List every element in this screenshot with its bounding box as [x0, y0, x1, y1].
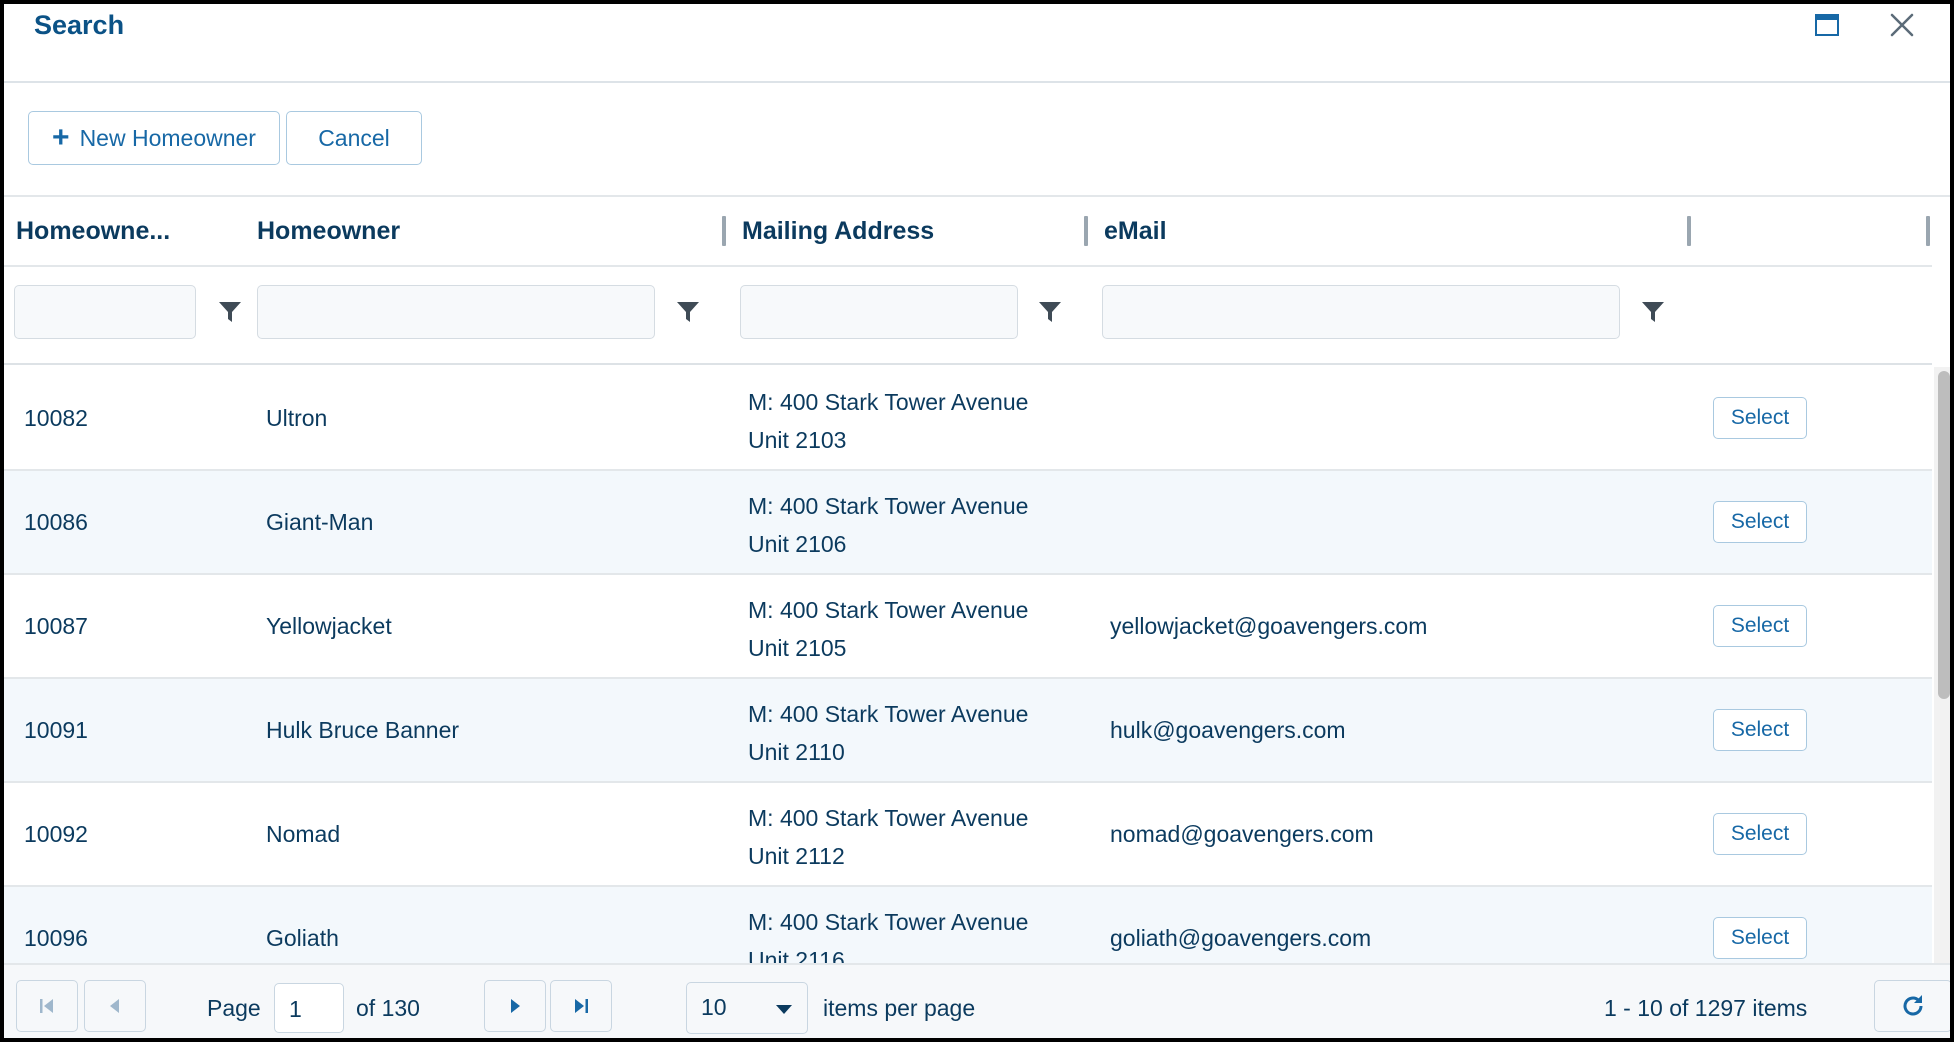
column-resize-handle[interactable] — [722, 216, 726, 246]
email-cell: nomad@goavengers.com — [1110, 821, 1374, 847]
next-page-button[interactable] — [484, 980, 546, 1032]
address-line-2: Unit 2112 — [748, 843, 845, 869]
column-header-email[interactable]: eMail — [1104, 217, 1167, 246]
maximize-icon[interactable] — [1814, 12, 1840, 38]
address-line-1: M: 400 Stark Tower Avenue — [748, 597, 1029, 623]
filter-icon[interactable] — [1037, 299, 1063, 325]
column-resize-handle[interactable] — [1687, 216, 1691, 246]
grid-header: Homeowne... Homeowner Mailing Address eM… — [4, 199, 1932, 267]
address-line-2: Unit 2116 — [748, 947, 845, 963]
search-dialog: Search + New Homeowner Cancel Homeowne..… — [0, 0, 1954, 1042]
homeowner-filter-input[interactable] — [257, 285, 655, 339]
table-row: 10086 Giant-Man M: 400 Stark Tower Avenu… — [4, 471, 1932, 575]
select-button[interactable]: Select — [1713, 605, 1807, 647]
homeowner-name-cell: Nomad — [266, 821, 341, 847]
address-line-1: M: 400 Stark Tower Avenue — [748, 389, 1029, 415]
column-resize-handle[interactable] — [1084, 216, 1088, 246]
grid-body: 10082 Ultron M: 400 Stark Tower Avenue U… — [4, 367, 1932, 963]
toolbar: + New Homeowner Cancel — [4, 85, 1950, 197]
previous-page-icon — [110, 999, 119, 1013]
address-line-2: Unit 2110 — [748, 739, 845, 765]
address-line-1: M: 400 Stark Tower Avenue — [748, 701, 1029, 727]
first-page-button[interactable] — [16, 980, 78, 1032]
first-page-icon — [40, 999, 53, 1013]
last-page-icon — [575, 999, 588, 1013]
scrollbar-thumb[interactable] — [1938, 371, 1950, 699]
email-cell: goliath@goavengers.com — [1110, 925, 1372, 951]
homeowner-name-cell: Hulk Bruce Banner — [266, 717, 460, 743]
table-row: 10082 Ultron M: 400 Stark Tower Avenue U… — [4, 367, 1932, 471]
table-row: 10096 Goliath M: 400 Stark Tower Avenue … — [4, 887, 1932, 963]
refresh-button[interactable] — [1874, 980, 1950, 1032]
homeowner-id-cell: 10092 — [24, 821, 88, 847]
homeowner-name-cell: Ultron — [266, 405, 328, 431]
table-row: 10087 Yellowjacket M: 400 Stark Tower Av… — [4, 575, 1932, 679]
address-line-2: Unit 2103 — [748, 427, 847, 453]
pager: Page 1 of 130 10 items per page 1 - 10 o… — [4, 963, 1950, 1038]
address-line-1: M: 400 Stark Tower Avenue — [748, 909, 1029, 935]
column-header-mailing-address[interactable]: Mailing Address — [742, 217, 934, 246]
email-cell: hulk@goavengers.com — [1110, 717, 1346, 743]
id-filter-input[interactable] — [14, 285, 196, 339]
select-button[interactable]: Select — [1713, 501, 1807, 543]
mailing-address-cell: M: 400 Stark Tower Avenue Unit 2112 — [748, 799, 1028, 875]
column-header-homeowner-id[interactable]: Homeowne... — [16, 217, 170, 246]
select-button[interactable]: Select — [1713, 917, 1807, 959]
address-line-1: M: 400 Stark Tower Avenue — [748, 493, 1029, 519]
mailing-address-cell: M: 400 Stark Tower Avenue Unit 2110 — [748, 695, 1028, 771]
page-count-label: of 130 — [356, 995, 420, 1021]
homeowner-name-cell: Goliath — [266, 925, 339, 951]
previous-page-button[interactable] — [84, 980, 146, 1032]
new-homeowner-button[interactable]: + New Homeowner — [28, 111, 280, 165]
vertical-scrollbar[interactable] — [1934, 367, 1950, 963]
filter-icon[interactable] — [217, 299, 243, 325]
plus-icon: + — [52, 121, 70, 154]
homeowner-id-cell: 10086 — [24, 509, 88, 535]
page-number-input[interactable]: 1 — [274, 983, 344, 1033]
homeowner-id-cell: 10096 — [24, 925, 88, 951]
email-cell: yellowjacket@goavengers.com — [1110, 613, 1428, 639]
filter-icon[interactable] — [675, 299, 701, 325]
next-page-icon — [511, 999, 520, 1013]
table-row: 10091 Hulk Bruce Banner M: 400 Stark Tow… — [4, 679, 1932, 783]
column-header-homeowner[interactable]: Homeowner — [257, 217, 400, 246]
address-line-1: M: 400 Stark Tower Avenue — [748, 805, 1029, 831]
last-page-button[interactable] — [550, 980, 612, 1032]
email-filter-input[interactable] — [1102, 285, 1620, 339]
address-line-2: Unit 2105 — [748, 635, 847, 661]
mailing-address-cell: M: 400 Stark Tower Avenue Unit 2105 — [748, 591, 1028, 667]
page-size-select[interactable]: 10 — [686, 982, 808, 1034]
select-button[interactable]: Select — [1713, 709, 1807, 751]
dialog-titlebar: Search — [4, 4, 1950, 83]
mailing-address-cell: M: 400 Stark Tower Avenue Unit 2106 — [748, 487, 1028, 563]
page-size-value: 10 — [701, 994, 727, 1020]
homeowner-id-cell: 10091 — [24, 717, 88, 743]
homeowner-id-cell: 10082 — [24, 405, 88, 431]
homeowner-name-cell: Yellowjacket — [266, 613, 392, 639]
filter-row — [4, 267, 1932, 365]
cancel-button[interactable]: Cancel — [286, 111, 422, 165]
filter-icon[interactable] — [1640, 299, 1666, 325]
refresh-icon — [1903, 995, 1923, 1016]
address-line-2: Unit 2106 — [748, 531, 847, 557]
mailing-address-cell: M: 400 Stark Tower Avenue Unit 2103 — [748, 383, 1028, 459]
items-per-page-label: items per page — [823, 995, 976, 1021]
chevron-down-icon — [776, 1005, 792, 1014]
homeowner-name-cell: Giant-Man — [266, 509, 374, 535]
homeowner-id-cell: 10087 — [24, 613, 88, 639]
page-label: Page — [207, 995, 261, 1021]
column-resize-handle[interactable] — [1926, 216, 1930, 246]
new-homeowner-label: New Homeowner — [79, 124, 256, 151]
pager-summary: 1 - 10 of 1297 items — [1604, 995, 1808, 1021]
dialog-title: Search — [34, 10, 125, 40]
table-row: 10092 Nomad M: 400 Stark Tower Avenue Un… — [4, 783, 1932, 887]
address-filter-input[interactable] — [740, 285, 1018, 339]
select-button[interactable]: Select — [1713, 813, 1807, 855]
select-button[interactable]: Select — [1713, 397, 1807, 439]
close-icon[interactable] — [1886, 9, 1918, 41]
mailing-address-cell: M: 400 Stark Tower Avenue Unit 2116 — [748, 903, 1028, 963]
